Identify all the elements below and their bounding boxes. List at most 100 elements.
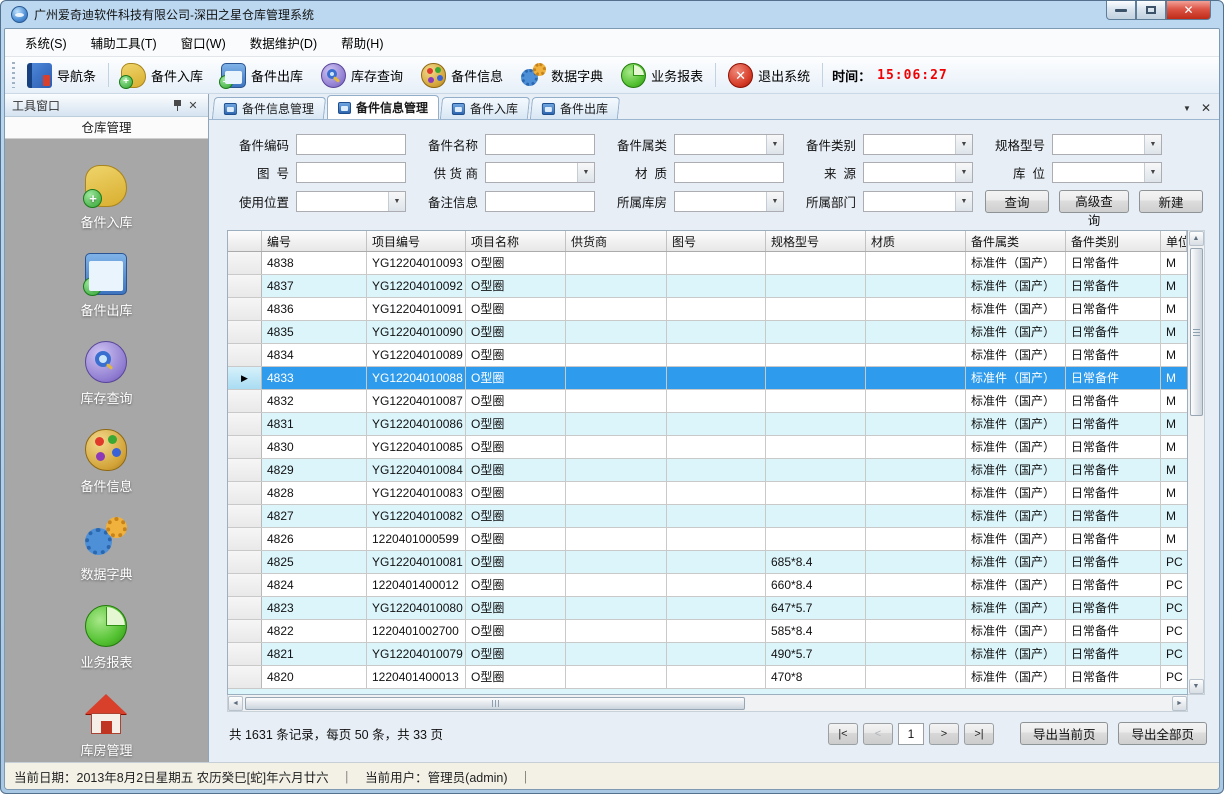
table-row[interactable]: 4824 1220401400012 O型圈 660*8.4 标准件（国产） 日… [228,574,1187,597]
export-all-pages-button[interactable]: 导出全部页 [1118,722,1207,745]
row-selector-cell[interactable] [228,275,262,297]
part-name-input[interactable] [485,134,595,155]
maximize-button[interactable] [1136,1,1166,20]
toolbar-parts-outbound-button[interactable]: 备件出库 [212,60,312,90]
warehouse-select[interactable]: ▼ [674,191,784,212]
row-selector-cell[interactable] [228,252,262,274]
remark-input[interactable] [485,191,595,212]
menu-system[interactable]: 系统(S) [13,29,79,56]
table-row[interactable]: 4834 YG12204010089 O型圈 标准件（国产） 日常备件 M [228,344,1187,367]
header-supplier[interactable]: 供货商 [566,231,667,251]
row-selector-cell[interactable] [228,574,262,596]
sidebar-item-parts-outbound[interactable]: 备件出库 [80,253,132,319]
row-selector-cell[interactable] [228,298,262,320]
table-row[interactable]: 4832 YG12204010087 O型圈 标准件（国产） 日常备件 M [228,390,1187,413]
table-row[interactable]: 4828 YG12204010083 O型圈 标准件（国产） 日常备件 M [228,482,1187,505]
current-page-box[interactable]: 1 [898,723,924,745]
scroll-up-icon[interactable]: ▲ [1189,231,1204,246]
toolbar-parts-info-button[interactable]: 备件信息 [412,60,512,90]
toolbar-data-dict-button[interactable]: 数据字典 [512,60,612,90]
tab-list-dropdown-icon[interactable]: ▼ [1183,104,1191,113]
chevron-down-icon[interactable]: ▼ [577,163,594,182]
vertical-scroll-thumb[interactable] [1190,248,1203,416]
chevron-down-icon[interactable]: ▼ [1144,135,1161,154]
sidebar-item-warehouse-manage[interactable]: 库房管理 [80,693,132,759]
pin-button[interactable] [169,97,185,113]
toolbar-parts-inbound-button[interactable]: + 备件入库 [112,60,212,90]
chevron-down-icon[interactable]: ▼ [955,192,972,211]
table-row[interactable]: 4830 YG12204010085 O型圈 标准件（国产） 日常备件 M [228,436,1187,459]
header-project-no[interactable]: 项目编号 [367,231,466,251]
row-selector-cell[interactable] [228,321,262,343]
row-selector-cell[interactable] [228,413,262,435]
table-row[interactable]: 4836 YG12204010091 O型圈 标准件（国产） 日常备件 M [228,298,1187,321]
scroll-left-icon[interactable]: ◄ [228,696,243,711]
row-selector-cell[interactable] [228,551,262,573]
toolbar-exit-button[interactable]: 退出系统 [719,60,819,90]
horizontal-scroll-thumb[interactable] [245,697,745,710]
table-row[interactable]: 4826 1220401000599 O型圈 标准件（国产） 日常备件 M [228,528,1187,551]
use-position-select[interactable]: ▼ [296,191,406,212]
table-row[interactable]: 4838 YG12204010093 O型圈 标准件（国产） 日常备件 M [228,252,1187,275]
toolbar-navbar-button[interactable]: 导航条 [18,60,105,90]
table-row[interactable]: 4820 1220401400013 O型圈 470*8 标准件（国产） 日常备… [228,666,1187,689]
sidebar-item-stock-query[interactable]: 库存查询 [80,341,132,407]
row-selector-cell[interactable]: ▶ [228,367,262,389]
tab-close-icon[interactable]: ✕ [1201,101,1211,115]
spec-select[interactable]: ▼ [1052,134,1162,155]
table-row[interactable]: 4837 YG12204010092 O型圈 标准件（国产） 日常备件 M [228,275,1187,298]
header-material[interactable]: 材质 [866,231,966,251]
header-category[interactable]: 备件属类 [966,231,1066,251]
chevron-down-icon[interactable]: ▼ [955,135,972,154]
menu-aux-tools[interactable]: 辅助工具(T) [79,29,169,56]
vertical-scrollbar[interactable]: ▲ ▼ [1188,230,1205,695]
menu-help[interactable]: 帮助(H) [329,29,395,56]
minimize-button[interactable] [1106,1,1136,20]
department-select[interactable]: ▼ [863,191,973,212]
tab-parts-info-manage-2[interactable]: 备件信息管理 [327,95,439,119]
table-row[interactable]: 4827 YG12204010082 O型圈 标准件（国产） 日常备件 M [228,505,1187,528]
part-attr-select[interactable]: ▼ [674,134,784,155]
header-spec[interactable]: 规格型号 [766,231,866,251]
row-selector-cell[interactable] [228,436,262,458]
sidebar-item-parts-inbound[interactable]: + 备件入库 [80,165,132,231]
row-selector-cell[interactable] [228,620,262,642]
prev-page-button[interactable]: < [863,723,893,745]
header-drawing-no[interactable]: 图号 [667,231,766,251]
table-row[interactable]: 4829 YG12204010084 O型圈 标准件（国产） 日常备件 M [228,459,1187,482]
table-row[interactable]: 4835 YG12204010090 O型圈 标准件（国产） 日常备件 M [228,321,1187,344]
tab-parts-outbound[interactable]: 备件出库 [530,97,620,119]
row-selector-cell[interactable] [228,344,262,366]
tab-parts-inbound[interactable]: 备件入库 [440,97,530,119]
part-code-input[interactable] [296,134,406,155]
row-selector-cell[interactable] [228,528,262,550]
query-button[interactable]: 查询 [985,190,1049,213]
row-selector-cell[interactable] [228,597,262,619]
sidebar-item-data-dict[interactable]: 数据字典 [80,517,132,583]
sidebar-close-button[interactable]: ✕ [185,97,201,113]
horizontal-scrollbar[interactable]: ◄ ► [227,695,1188,712]
chevron-down-icon[interactable]: ▼ [388,192,405,211]
chevron-down-icon[interactable]: ▼ [766,192,783,211]
supplier-select[interactable]: ▼ [485,162,595,183]
header-type[interactable]: 备件类别 [1066,231,1161,251]
row-selector-cell[interactable] [228,459,262,481]
row-selector-cell[interactable] [228,666,262,688]
scroll-right-icon[interactable]: ► [1172,696,1187,711]
table-row[interactable]: 4822 1220401002700 O型圈 585*8.4 标准件（国产） 日… [228,620,1187,643]
table-row[interactable]: 4825 YG12204010081 O型圈 685*8.4 标准件（国产） 日… [228,551,1187,574]
material-input[interactable] [674,162,784,183]
drawing-no-input[interactable] [296,162,406,183]
menu-window[interactable]: 窗口(W) [169,29,238,56]
scroll-down-icon[interactable]: ▼ [1189,679,1204,694]
chevron-down-icon[interactable]: ▼ [766,135,783,154]
header-unit[interactable]: 单位 [1161,231,1187,251]
toolbar-report-button[interactable]: 业务报表 [612,60,712,90]
header-project-name[interactable]: 项目名称 [466,231,566,251]
next-page-button[interactable]: > [929,723,959,745]
chevron-down-icon[interactable]: ▼ [955,163,972,182]
create-button[interactable]: 新建 [1139,190,1203,213]
last-page-button[interactable]: >| [964,723,994,745]
row-selector-cell[interactable] [228,482,262,504]
first-page-button[interactable]: |< [828,723,858,745]
